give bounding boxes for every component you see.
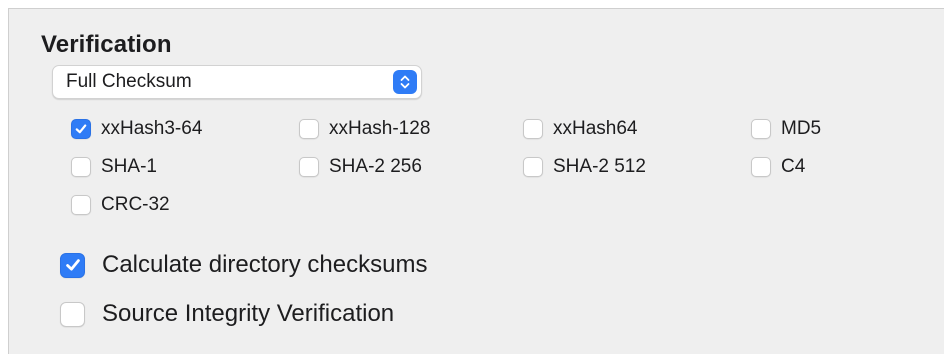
source-integrity-verification-option[interactable]: Source Integrity Verification	[60, 300, 394, 328]
checkbox[interactable]	[71, 119, 91, 139]
chevron-up-down-icon	[393, 70, 417, 94]
hash-label: SHA-1	[101, 156, 157, 177]
checkbox[interactable]	[523, 119, 543, 139]
checkbox[interactable]	[751, 119, 771, 139]
checkbox[interactable]	[60, 301, 85, 327]
checkbox[interactable]	[299, 119, 319, 139]
verification-method-popup[interactable]: Full Checksum	[52, 65, 422, 99]
option-label: Calculate directory checksums	[102, 251, 428, 278]
hash-label: MD5	[781, 118, 822, 139]
hash-label: SHA-2 256	[329, 156, 422, 177]
hash-label: SHA-2 512	[553, 156, 646, 177]
hash-option-sha-2-512[interactable]: SHA-2 512	[523, 156, 646, 178]
hash-label: CRC-32	[101, 194, 170, 215]
hash-label: xxHash64	[553, 118, 638, 139]
hash-option-c4[interactable]: C4	[751, 156, 805, 178]
checkbox[interactable]	[71, 195, 91, 215]
checkbox[interactable]	[299, 157, 319, 177]
verification-method-value: Full Checksum	[66, 71, 192, 92]
hash-option-crc-32[interactable]: CRC-32	[71, 194, 170, 216]
hash-label: xxHash-128	[329, 118, 431, 139]
hash-option-sha-2-256[interactable]: SHA-2 256	[299, 156, 422, 178]
checkbox[interactable]	[71, 157, 91, 177]
section-title: Verification	[41, 31, 172, 58]
checkbox[interactable]	[60, 252, 85, 278]
hash-option-sha-1[interactable]: SHA-1	[71, 156, 157, 178]
hash-option-xxhash3-64[interactable]: xxHash3-64	[71, 118, 202, 140]
checkbox[interactable]	[523, 157, 543, 177]
checkbox[interactable]	[751, 157, 771, 177]
hash-option-xxhash-128[interactable]: xxHash-128	[299, 118, 430, 140]
hash-option-xxhash64[interactable]: xxHash64	[523, 118, 638, 140]
calculate-directory-checksums-option[interactable]: Calculate directory checksums	[60, 251, 427, 279]
hash-label: C4	[781, 156, 806, 177]
hash-option-md5[interactable]: MD5	[751, 118, 821, 140]
hash-label: xxHash3-64	[101, 118, 203, 139]
verification-panel: Verification Full Checksum xxHash3-64 xxH…	[8, 8, 944, 354]
option-label: Source Integrity Verification	[102, 300, 395, 327]
